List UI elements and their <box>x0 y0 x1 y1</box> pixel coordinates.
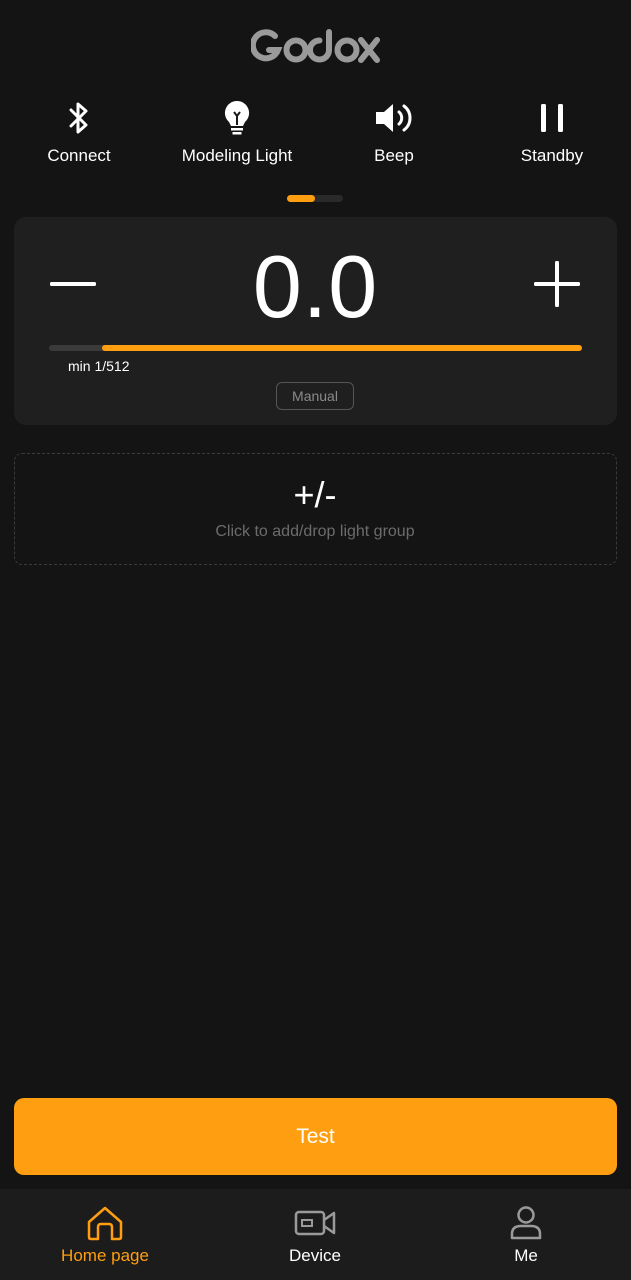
beep-label: Beep <box>374 146 414 165</box>
add-light-group-area[interactable]: +/- Click to add/drop light group <box>14 453 617 565</box>
home-icon <box>86 1203 124 1243</box>
bottom-tab-bar: Home page Device Me <box>0 1189 631 1280</box>
modeling-light-label: Modeling Light <box>181 146 293 165</box>
increase-power-button[interactable] <box>527 259 587 309</box>
camera-icon <box>294 1203 336 1243</box>
bulb-icon <box>221 96 253 140</box>
quick-actions-bar: Connect Modeling Light Beep Standby <box>0 96 631 176</box>
tab-home-page-label: Home page <box>61 1246 149 1265</box>
pause-icon <box>537 96 567 140</box>
power-slider[interactable] <box>49 345 582 351</box>
test-button[interactable]: Test <box>14 1098 617 1175</box>
tab-device[interactable]: Device <box>235 1189 395 1280</box>
power-slider-fill <box>102 345 582 351</box>
connect-label: Connect <box>47 146 111 165</box>
standby-label: Standby <box>520 146 584 165</box>
mode-badge[interactable]: Manual <box>276 382 354 410</box>
tab-device-label: Device <box>289 1246 341 1265</box>
bluetooth-icon <box>65 96 93 140</box>
connect-button[interactable]: Connect <box>4 96 154 176</box>
modeling-light-button[interactable]: Modeling Light <box>162 96 312 176</box>
page-indicator <box>287 195 343 202</box>
godox-logo-icon <box>250 29 380 63</box>
tab-me-label: Me <box>514 1246 538 1265</box>
speaker-icon <box>374 96 414 140</box>
add-group-hint: Click to add/drop light group <box>215 523 415 540</box>
add-drop-symbol: +/- <box>293 474 337 515</box>
plus-icon <box>534 261 580 307</box>
standby-button[interactable]: Standby <box>477 96 627 176</box>
brand-logo <box>0 22 631 70</box>
power-control-card: 0.0 min 1/512 Manual <box>14 217 617 425</box>
beep-button[interactable]: Beep <box>319 96 469 176</box>
tab-home-page[interactable]: Home page <box>25 1189 185 1280</box>
person-icon <box>509 1203 543 1243</box>
min-power-label: min 1/512 <box>68 358 130 374</box>
tab-me[interactable]: Me <box>446 1189 606 1280</box>
page-indicator-active <box>287 195 315 202</box>
